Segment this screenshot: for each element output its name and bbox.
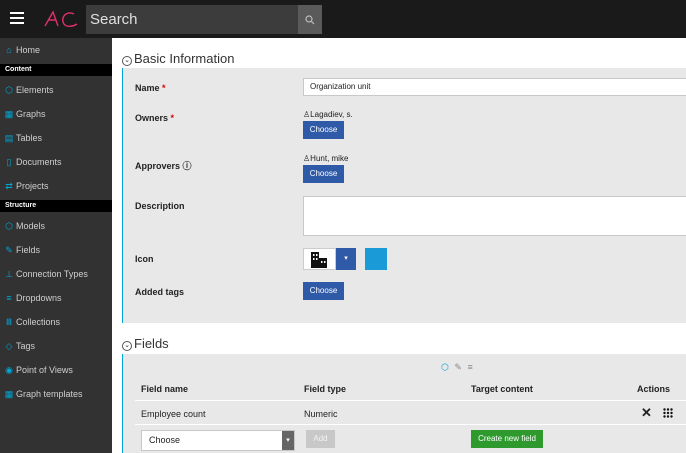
field-select[interactable]: Choose ▾ bbox=[141, 430, 295, 451]
page-title: Basic Information bbox=[134, 51, 235, 66]
sidebar-item-label: Elements bbox=[16, 85, 54, 95]
sidebar-section-structure: Structure bbox=[0, 200, 112, 212]
sidebar-section-content: Content bbox=[0, 64, 112, 76]
table-icon: ▤ bbox=[4, 133, 14, 143]
edit-icon: ✎ bbox=[5, 245, 13, 255]
icon-preview[interactable] bbox=[303, 248, 336, 270]
search-button[interactable] bbox=[298, 5, 322, 34]
fields-toolbar: ⬡ ✎ ≡ bbox=[441, 362, 473, 373]
tag-icon: ◇ bbox=[5, 341, 13, 351]
name-input[interactable]: Organization unit bbox=[303, 78, 686, 96]
list-icon: ≡ bbox=[6, 293, 12, 303]
row-divider bbox=[135, 424, 686, 425]
section-title: Fields bbox=[134, 336, 169, 351]
icon-label: Icon bbox=[135, 254, 154, 264]
sidebar-item-label: Tags bbox=[16, 341, 36, 351]
sidebar-item-home[interactable]: ⌂ Home bbox=[0, 39, 112, 61]
description-label: Description bbox=[135, 201, 185, 211]
sidebar-item-label: Projects bbox=[16, 181, 49, 191]
sidebar-item-label: Graph templates bbox=[16, 389, 83, 399]
top-bar: Search bbox=[0, 0, 686, 38]
sidebar-item-tables[interactable]: ▤ Tables bbox=[0, 127, 112, 149]
sidebar-item-label: Documents bbox=[16, 157, 62, 167]
chevron-down-icon: ▾ bbox=[282, 431, 294, 450]
home-icon: ⌂ bbox=[6, 45, 12, 55]
col-actions: Actions bbox=[637, 384, 671, 394]
basic-info-panel: Name * Organization unit Owners * ♙Lagad… bbox=[122, 68, 686, 323]
sidebar-item-graph-templates[interactable]: ▦ Graph templates bbox=[0, 383, 112, 405]
basic-info-header[interactable]: ⌄ Basic Information bbox=[122, 51, 234, 67]
field-type-cell: Numeric bbox=[304, 409, 338, 419]
hamburger-icon[interactable] bbox=[10, 12, 24, 24]
col-field-name: Field name bbox=[141, 384, 189, 394]
added-tags-label: Added tags bbox=[135, 287, 185, 297]
main-content: ⌄ Basic Information Name * Organization u… bbox=[112, 38, 686, 453]
document-icon: ▯ bbox=[6, 157, 12, 167]
edit-icon[interactable]: ✎ bbox=[454, 362, 462, 372]
sidebar-item-projects[interactable]: ⇄ Projects bbox=[0, 175, 112, 197]
icon-dropdown-button[interactable]: ▾ bbox=[336, 248, 356, 270]
arrows-icon: ⇄ bbox=[5, 181, 13, 191]
logo-icon[interactable] bbox=[42, 8, 82, 30]
sidebar-item-elements[interactable]: ⬡ Elements bbox=[0, 79, 112, 101]
description-input[interactable] bbox=[303, 196, 686, 236]
field-select-value: Choose bbox=[149, 435, 181, 445]
sidebar-item-point-of-views[interactable]: ◉ Point of Views bbox=[0, 359, 112, 381]
sidebar-item-tags[interactable]: ◇ Tags bbox=[0, 335, 112, 357]
owners-label: Owners * bbox=[135, 113, 175, 123]
create-new-field-button[interactable]: Create new field bbox=[471, 430, 543, 448]
sidebar-item-label: Dropdowns bbox=[16, 293, 62, 303]
chevron-down-icon: ▾ bbox=[344, 255, 348, 262]
cube-icon[interactable]: ⬡ bbox=[441, 362, 449, 372]
eye-icon: ◉ bbox=[5, 365, 13, 375]
sidebar-item-documents[interactable]: ▯ Documents bbox=[0, 151, 112, 173]
fields-header[interactable]: ⌄ Fields bbox=[122, 336, 169, 352]
sidebar: ⌂ Home Content ⬡ Elements ▦ Graphs ▤ Tables … bbox=[0, 38, 112, 453]
sidebar-item-label: Graphs bbox=[16, 109, 46, 119]
info-icon: ⓘ bbox=[182, 161, 192, 171]
grid-icon: ▦ bbox=[4, 389, 14, 399]
approvers-choose-button[interactable]: Choose bbox=[303, 165, 344, 183]
sidebar-item-collections[interactable]: Ⅲ Collections bbox=[0, 311, 112, 333]
owners-choose-button[interactable]: Choose bbox=[303, 121, 344, 139]
sidebar-item-label: Collections bbox=[16, 317, 61, 327]
drag-handle-icon[interactable] bbox=[663, 408, 673, 418]
sidebar-item-label: Models bbox=[16, 221, 46, 231]
list-icon[interactable]: ≡ bbox=[467, 362, 472, 372]
add-button[interactable]: Add bbox=[306, 430, 335, 448]
sidebar-item-label: Tables bbox=[16, 133, 43, 143]
approvers-user: ♙Hunt, mike bbox=[303, 154, 349, 163]
field-name-cell: Employee count bbox=[141, 409, 206, 419]
building-icon bbox=[311, 252, 327, 268]
owners-user: ♙Lagadiev, s. bbox=[303, 110, 353, 119]
sidebar-item-fields[interactable]: ✎ Fields bbox=[0, 239, 112, 261]
sidebar-item-label: Point of Views bbox=[16, 365, 73, 375]
delete-icon[interactable]: ✕ bbox=[641, 405, 652, 421]
tags-choose-button[interactable]: Choose bbox=[303, 282, 344, 300]
name-label: Name * bbox=[135, 83, 166, 93]
sidebar-item-connection-types[interactable]: ⊥ Connection Types bbox=[0, 263, 112, 285]
graph-icon: ▦ bbox=[4, 109, 14, 119]
fields-panel: ⬡ ✎ ≡ Field name Field type Target conte… bbox=[122, 354, 686, 453]
sidebar-item-graphs[interactable]: ▦ Graphs bbox=[0, 103, 112, 125]
search-input[interactable]: Search bbox=[86, 5, 298, 34]
sidebar-item-label: Fields bbox=[16, 245, 41, 255]
approvers-label: Approvers ⓘ bbox=[135, 161, 192, 171]
hierarchy-icon: ⊥ bbox=[5, 269, 13, 279]
collapse-icon: ⌄ bbox=[122, 56, 132, 66]
color-swatch[interactable] bbox=[365, 248, 387, 270]
sidebar-item-dropdowns[interactable]: ≡ Dropdowns bbox=[0, 287, 112, 309]
row-divider bbox=[135, 400, 686, 401]
collapse-icon: ⌄ bbox=[122, 341, 132, 351]
col-field-type: Field type bbox=[304, 384, 347, 394]
search-icon bbox=[305, 14, 315, 24]
library-icon: Ⅲ bbox=[5, 317, 13, 327]
cube-icon: ⬡ bbox=[5, 85, 13, 95]
sidebar-item-label: Home bbox=[16, 45, 41, 55]
col-target-content: Target content bbox=[471, 384, 533, 394]
cube-icon: ⬡ bbox=[5, 221, 13, 231]
sidebar-item-models[interactable]: ⬡ Models bbox=[0, 215, 112, 237]
sidebar-item-label: Connection Types bbox=[16, 269, 88, 279]
